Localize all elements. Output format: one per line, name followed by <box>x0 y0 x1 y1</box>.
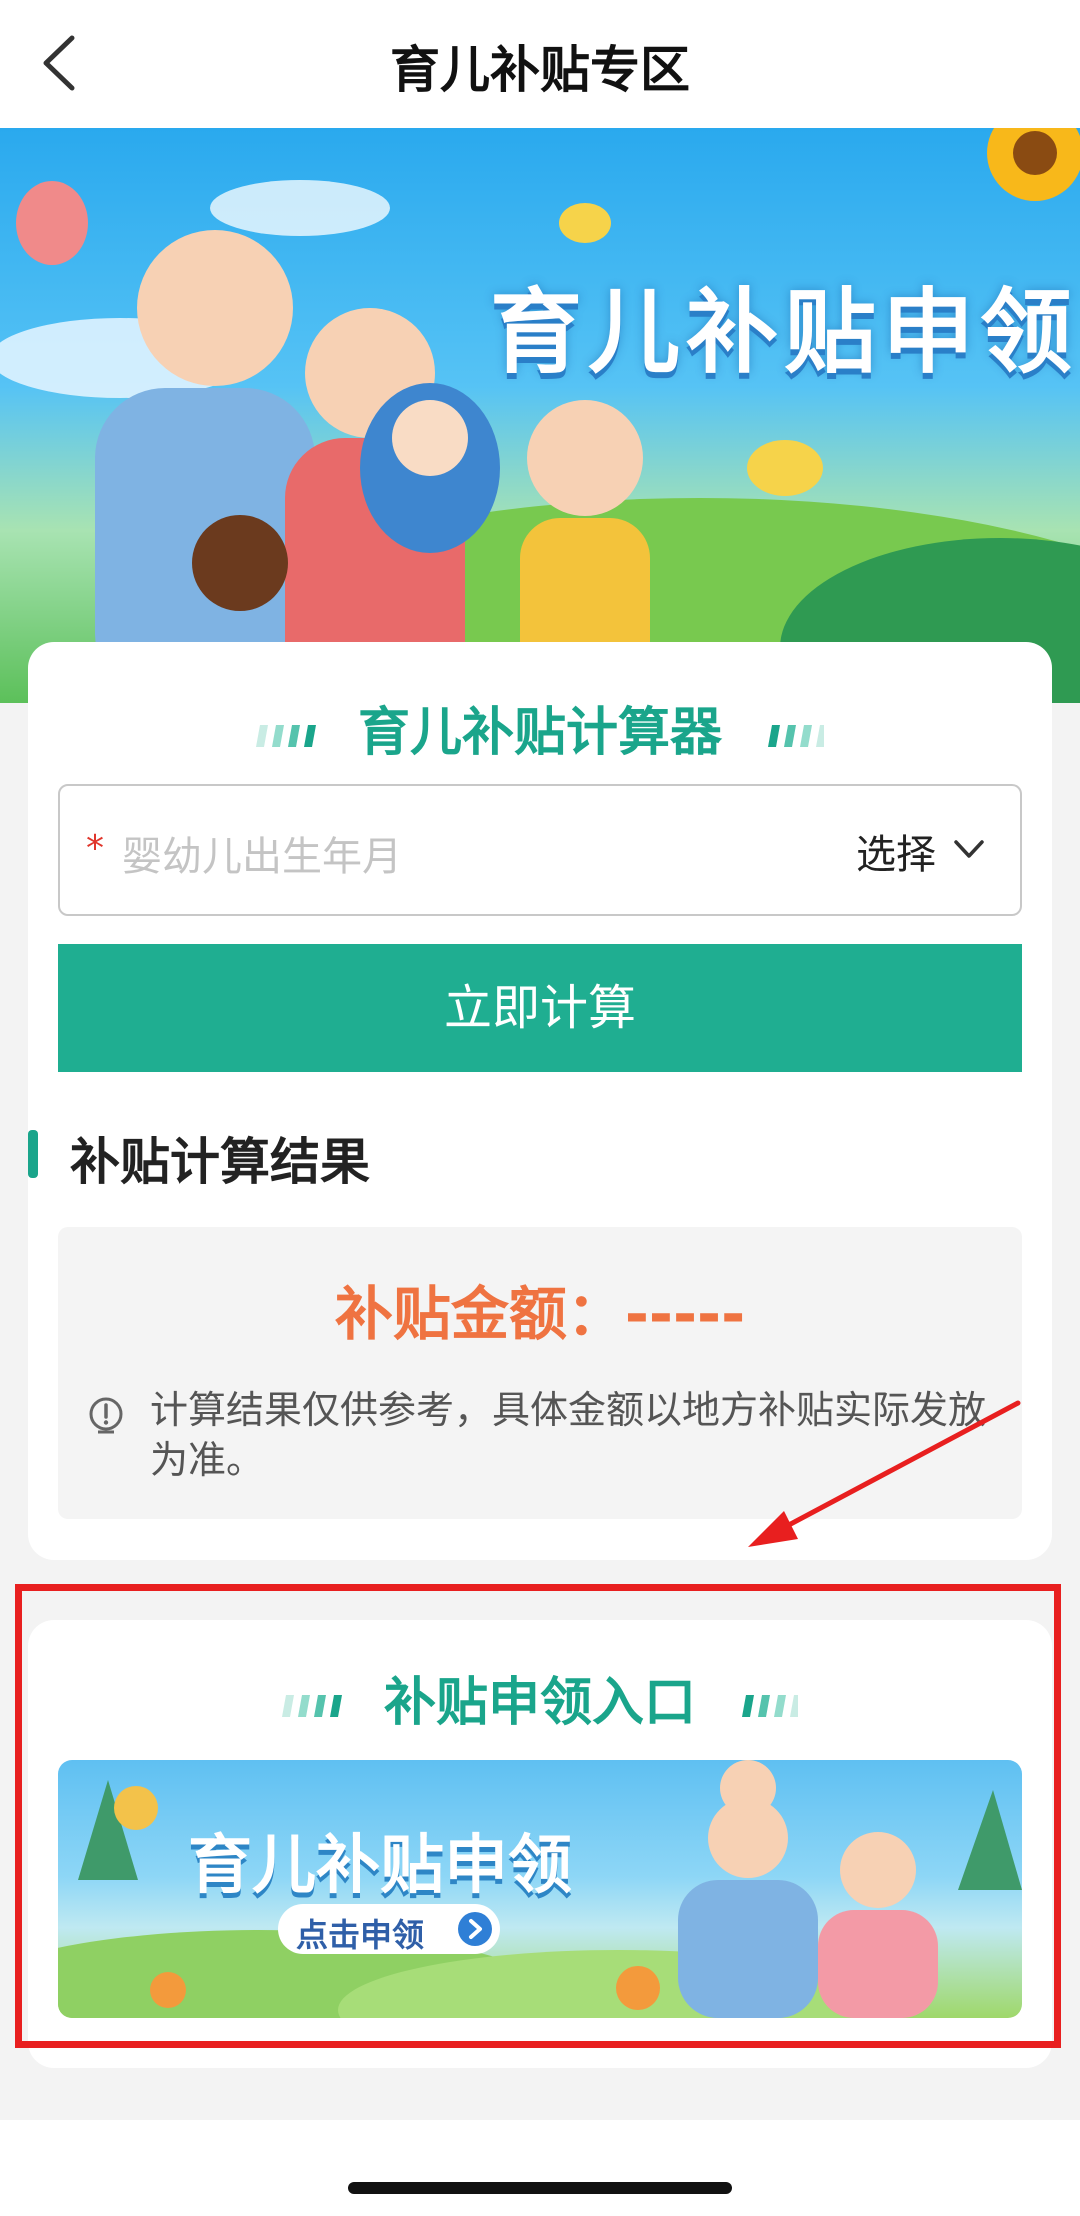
required-mark: * <box>86 828 104 869</box>
chevron-down-icon <box>954 840 984 858</box>
hero-illustration <box>0 128 1080 703</box>
section-accent-bar <box>28 1130 38 1178</box>
calculator-title: 育儿补贴计算器 <box>357 703 722 763</box>
result-section-header: 补贴计算结果 <box>28 1122 628 1191</box>
bottom-area <box>0 2120 1080 2216</box>
top-nav-bar: 育儿补贴专区 <box>0 0 1080 129</box>
stripe-decor-icon <box>255 725 316 747</box>
red-arrow-icon <box>748 1400 1021 1547</box>
hero-title: 育儿补贴申领 <box>490 279 1079 386</box>
stripe-decor-icon <box>768 725 824 747</box>
page-title: 育儿补贴专区 <box>390 41 690 99</box>
highlight-frame <box>15 1584 1061 2048</box>
select-label: 选择 <box>856 832 936 878</box>
subsidy-amount: 补贴金额：----- <box>334 1280 746 1348</box>
calculator-title-row: 育儿补贴计算器 <box>28 690 1052 765</box>
calculate-button[interactable]: 立即计算 <box>58 944 1022 1072</box>
info-icon <box>89 1397 123 1434</box>
birth-date-placeholder: 婴幼儿出生年月 <box>122 834 402 880</box>
result-title: 补贴计算结果 <box>70 1133 370 1191</box>
hero-banner: 育儿补贴申领 <box>0 128 1080 703</box>
home-indicator[interactable] <box>348 2182 732 2194</box>
birth-date-select[interactable]: * 婴幼儿出生年月 选择 <box>58 784 1022 916</box>
